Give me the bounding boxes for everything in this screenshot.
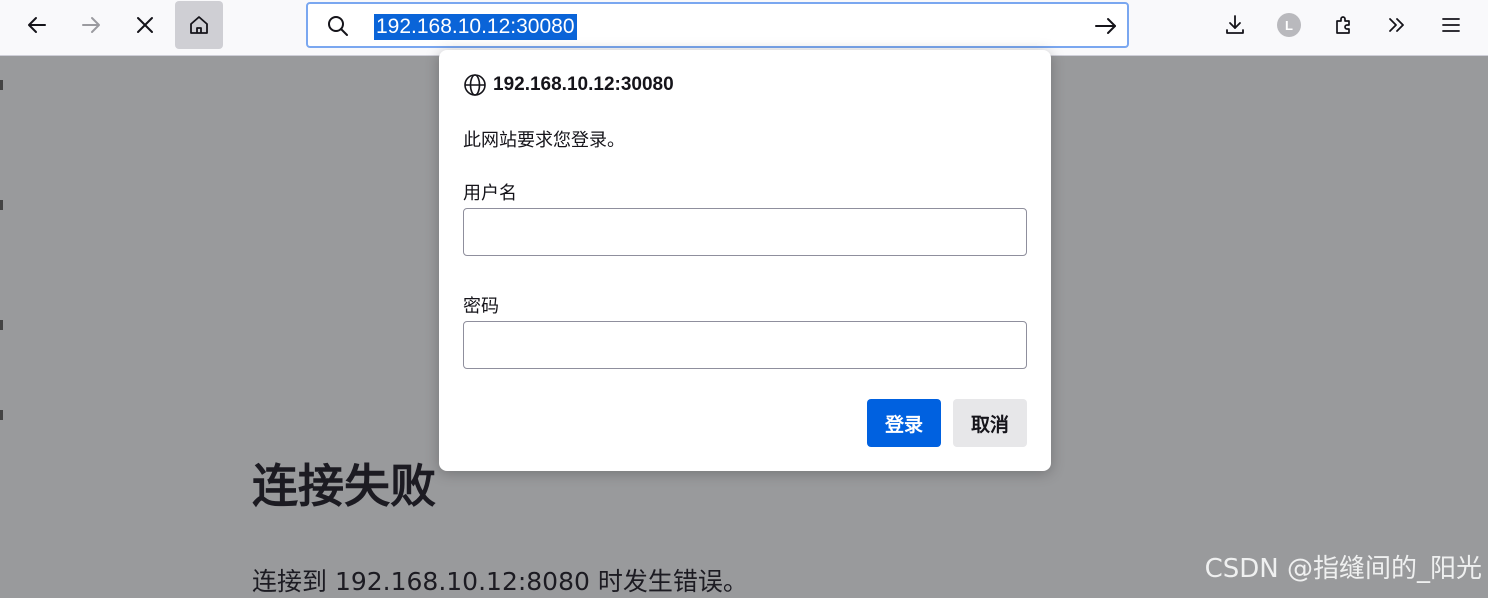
search-icon [328,16,348,36]
account-button[interactable]: L [1265,1,1313,49]
globe-icon [464,74,486,96]
home-icon [190,16,208,34]
extensions-button[interactable] [1320,1,1368,49]
home-button[interactable] [175,1,223,49]
avatar: L [1277,13,1301,37]
puzzle-icon [1336,16,1350,34]
url-bar[interactable]: 192.168.10.12:30080 [306,2,1129,48]
dialog-message: 此网站要求您登录。 [463,130,625,151]
download-icon [1226,15,1244,34]
forward-button[interactable] [67,1,115,49]
login-button[interactable]: 登录 [867,399,941,447]
double-chevron-icon [1389,18,1404,32]
menu-button[interactable] [1427,1,1475,49]
error-description: 连接到 192.168.10.12:8080 时发生错误。 [252,567,748,596]
arrow-left-icon [28,17,46,33]
username-label: 用户名 [463,183,517,204]
error-title: 连接失败 [252,459,436,513]
password-label: 密码 [463,296,499,317]
url-text[interactable]: 192.168.10.12:30080 [374,14,577,40]
browser-toolbar: 192.168.10.12:30080 L [0,0,1488,56]
username-field[interactable] [463,208,1027,256]
cancel-button[interactable]: 取消 [953,399,1027,447]
stop-button[interactable] [121,1,169,49]
close-icon [137,17,153,33]
arrow-right-icon [82,17,100,33]
hamburger-icon [1442,18,1460,32]
login-dialog: 192.168.10.12:30080 此网站要求您登录。 用户名 密码 登录 … [439,50,1051,471]
password-field[interactable] [463,321,1027,369]
left-edge-marks [0,80,4,440]
downloads-button[interactable] [1211,1,1259,49]
dialog-host: 192.168.10.12:30080 [493,74,674,95]
watermark: CSDN @指缝间的_阳光 [1204,554,1482,584]
go-arrow-icon[interactable] [1093,14,1119,38]
back-button[interactable] [13,1,61,49]
overflow-button[interactable] [1373,1,1421,49]
